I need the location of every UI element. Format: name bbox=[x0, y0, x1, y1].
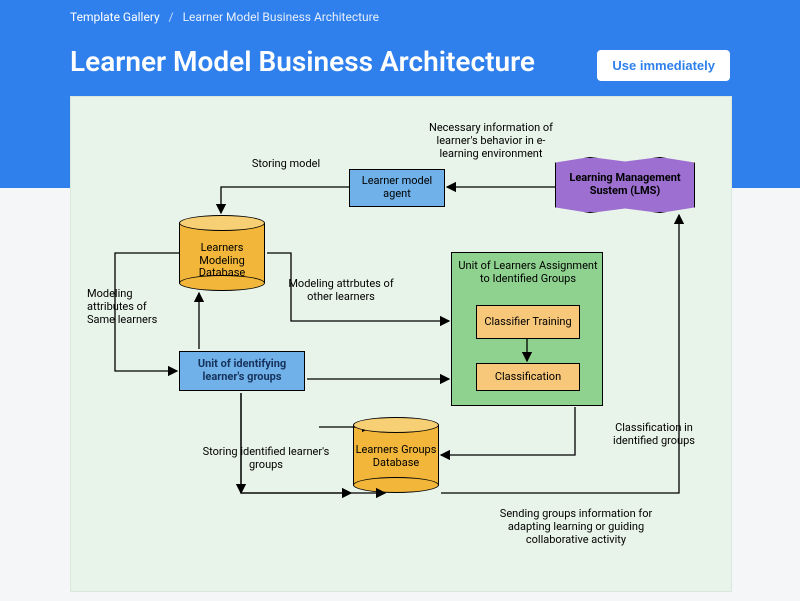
node-learner-model-agent: Learner model agent bbox=[349, 169, 445, 207]
node-learners-modeling-db-label: Learners Modeling Database bbox=[179, 242, 265, 280]
node-unit-assignment-group: Unit of Learners Assignment to Identifie… bbox=[451, 252, 603, 406]
node-lms: Learning Management Sustem (LMS) bbox=[555, 157, 695, 213]
diagram-canvas: Learning Management Sustem (LMS) Learner… bbox=[70, 96, 732, 592]
breadcrumb: Template Gallery / Learner Model Busines… bbox=[70, 10, 379, 24]
label-modeling-other: Modeling attrbutes of other learners bbox=[281, 277, 401, 303]
node-unit-identifying: Unit of identifying learner's groups bbox=[179, 351, 305, 391]
label-classification-in: Classification in identified groups bbox=[599, 421, 709, 447]
node-unit-assignment-title: Unit of Learners Assignment to Identifie… bbox=[458, 259, 598, 285]
breadcrumb-root-link[interactable]: Template Gallery bbox=[70, 10, 160, 24]
page: Template Gallery / Learner Model Busines… bbox=[0, 0, 800, 601]
page-title: Learner Model Business Architecture bbox=[70, 45, 535, 78]
breadcrumb-separator: / bbox=[169, 10, 174, 24]
node-classification: Classification bbox=[476, 363, 580, 391]
node-unit-identifying-label: Unit of identifying learner's groups bbox=[184, 358, 300, 383]
label-necessary-info: Necessary information of learner's behav… bbox=[421, 121, 561, 161]
label-sending-groups: Sending groups information for adapting … bbox=[491, 507, 661, 547]
node-classifier-training-label: Classifier Training bbox=[484, 316, 571, 329]
node-classification-label: Classification bbox=[495, 371, 561, 384]
label-storing-identified: Storing identified learner's groups bbox=[191, 445, 341, 471]
node-lms-label: Learning Management Sustem (LMS) bbox=[564, 172, 686, 197]
use-immediately-button[interactable]: Use immediately bbox=[597, 50, 730, 81]
label-storing-model: Storing model bbox=[241, 157, 331, 170]
node-learners-groups-db-label: Learners Groups Database bbox=[353, 444, 439, 469]
node-classifier-training: Classifier Training bbox=[476, 305, 580, 339]
node-learner-model-agent-label: Learner model agent bbox=[354, 175, 440, 200]
label-modeling-same: Modeling attributes of Same learners bbox=[87, 287, 171, 327]
breadcrumb-current: Learner Model Business Architecture bbox=[183, 10, 379, 24]
